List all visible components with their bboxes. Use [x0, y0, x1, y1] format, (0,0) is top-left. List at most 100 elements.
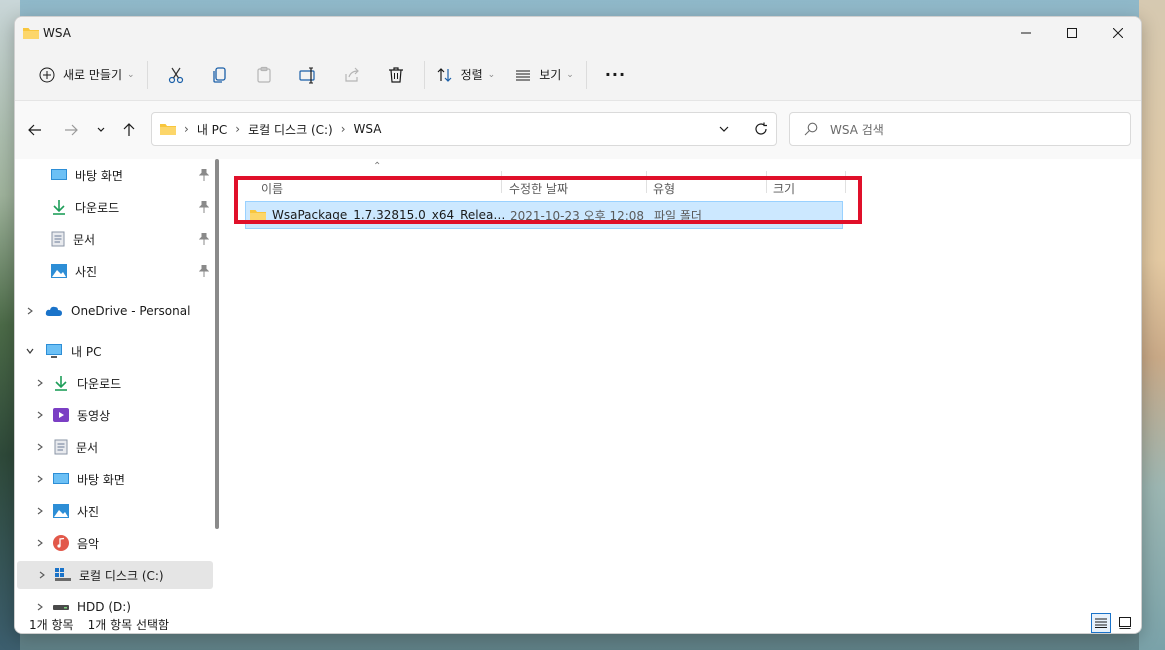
breadcrumb-separator-icon: ›: [340, 122, 346, 136]
minimize-button[interactable]: [1003, 17, 1049, 49]
search-input[interactable]: WSA 검색: [789, 112, 1131, 146]
pin-icon: [199, 169, 209, 181]
new-button[interactable]: 새로 만들기 ⌄: [33, 59, 141, 91]
chevron-down-icon: ⌄: [127, 69, 135, 80]
cloud-icon: [45, 306, 62, 316]
details-view-button[interactable]: [1091, 613, 1111, 633]
delete-button[interactable]: [374, 59, 418, 91]
video-icon: [53, 408, 69, 422]
breadcrumb-local-disk[interactable]: 로컬 디스크 (C:): [248, 121, 333, 138]
computer-icon: [46, 344, 62, 358]
back-button[interactable]: [23, 118, 47, 142]
desktop-icon: [53, 473, 69, 484]
trash-icon: [388, 66, 403, 83]
up-button[interactable]: [117, 118, 141, 142]
pin-icon: [199, 233, 209, 245]
sidebar-item-pictures-pinned[interactable]: 사진: [15, 257, 211, 285]
file-list: ⌃ 이름 수정한 날짜 유형 크기 WsaPackage_1.7.32815.0…: [233, 159, 1141, 613]
picture-icon: [53, 504, 69, 518]
rename-button[interactable]: [286, 59, 330, 91]
sidebar-item-music[interactable]: 음악: [15, 529, 211, 557]
chevron-down-icon: ⌄: [566, 69, 574, 80]
sidebar-item-videos[interactable]: 동영상: [15, 401, 211, 429]
close-button[interactable]: [1095, 17, 1141, 49]
layout-buttons: [1091, 613, 1135, 633]
download-icon: [55, 376, 67, 391]
document-icon: [51, 231, 65, 247]
sidebar-item-desktop-pinned[interactable]: 바탕 화면: [15, 161, 211, 189]
sidebar-item-label: 사진: [77, 504, 100, 519]
copy-button[interactable]: [198, 59, 242, 91]
maximize-button[interactable]: [1049, 17, 1095, 49]
sidebar-item-local-disk-c[interactable]: 로컬 디스크 (C:): [17, 561, 213, 589]
search-placeholder: WSA 검색: [830, 122, 884, 137]
chevron-right-icon[interactable]: [35, 378, 45, 388]
sidebar-item-onedrive[interactable]: OneDrive - Personal: [15, 297, 211, 325]
breadcrumb-separator-icon: ›: [235, 122, 241, 136]
hdd-icon: [53, 605, 69, 610]
chevron-right-icon[interactable]: [35, 474, 45, 484]
paste-button[interactable]: [242, 59, 286, 91]
sidebar-item-hdd-d[interactable]: HDD (D:): [15, 593, 211, 613]
chevron-down-icon[interactable]: [25, 346, 35, 356]
chevron-right-icon[interactable]: [35, 442, 45, 452]
plus-circle-icon: [39, 67, 55, 82]
music-icon: [53, 535, 69, 551]
picture-icon: [51, 264, 67, 278]
more-options-button[interactable]: ···: [593, 59, 638, 91]
breadcrumb-this-pc[interactable]: 내 PC: [197, 121, 227, 138]
sidebar-item-label: 동영상: [77, 408, 111, 423]
refresh-button[interactable]: [754, 122, 768, 139]
address-bar[interactable]: › 내 PC › 로컬 디스크 (C:) › WSA: [151, 112, 777, 146]
sidebar-item-label: 바탕 화면: [77, 472, 125, 487]
explorer-window: WSA 새로 만들기 ⌄ 정렬 ⌄ 보기 ⌄ ··· › 내 PC › 로컬 디…: [14, 16, 1142, 634]
sort-button[interactable]: 정렬 ⌄: [431, 59, 502, 91]
title-bar: WSA: [15, 17, 1141, 49]
forward-button[interactable]: [59, 118, 83, 142]
view-button[interactable]: 보기 ⌄: [509, 59, 580, 91]
chevron-right-icon[interactable]: [35, 410, 45, 420]
sidebar-item-downloads[interactable]: 다운로드: [15, 369, 211, 397]
cut-button[interactable]: [154, 59, 198, 91]
new-label: 새로 만들기: [63, 68, 123, 82]
sidebar-item-desktop[interactable]: 바탕 화면: [15, 465, 211, 493]
rename-icon: [298, 67, 315, 83]
sidebar-item-label: 문서: [73, 232, 96, 247]
share-button[interactable]: [330, 59, 374, 91]
chevron-down-icon: [97, 127, 105, 132]
chevron-right-icon[interactable]: [35, 538, 45, 548]
search-icon: [804, 122, 818, 136]
download-icon: [53, 200, 65, 215]
chevron-right-icon[interactable]: [35, 506, 45, 516]
window-title: WSA: [43, 26, 71, 40]
tiles-view-button[interactable]: [1115, 613, 1135, 633]
recent-locations-button[interactable]: [89, 118, 113, 142]
sidebar-item-pictures[interactable]: 사진: [15, 497, 211, 525]
toolbar-divider: [146, 60, 148, 89]
item-count: 1개 항목: [29, 617, 74, 632]
sort-ascending-icon: ⌃: [373, 161, 382, 172]
sidebar-item-label: 음악: [77, 536, 100, 551]
sidebar-item-label: 다운로드: [77, 376, 122, 391]
sidebar-item-label: 바탕 화면: [75, 168, 123, 183]
highlight-box: [234, 176, 862, 224]
sidebar-item-downloads-pinned[interactable]: 다운로드: [15, 193, 211, 221]
arrow-up-icon: [123, 123, 135, 136]
toolbar-divider: [585, 60, 587, 89]
address-history-button[interactable]: [718, 123, 730, 138]
sidebar-item-this-pc[interactable]: 내 PC: [15, 337, 211, 365]
chevron-right-icon[interactable]: [25, 306, 35, 316]
document-icon: [54, 439, 68, 455]
navigation-bar: › 내 PC › 로컬 디스크 (C:) › WSA WSA 검색: [15, 101, 1141, 159]
sidebar-item-label: 내 PC: [71, 344, 102, 359]
sidebar-item-label: 다운로드: [75, 200, 120, 215]
arrow-right-icon: [65, 124, 78, 136]
chevron-right-icon[interactable]: [35, 602, 45, 612]
sidebar-scrollbar[interactable]: [215, 159, 219, 529]
folder-icon: [160, 123, 176, 135]
sidebar-item-documents[interactable]: 문서: [15, 433, 211, 461]
status-bar: 1개 항목 1개 항목 선택함: [15, 613, 1141, 633]
sidebar-item-documents-pinned[interactable]: 문서: [15, 225, 211, 253]
chevron-right-icon[interactable]: [37, 570, 47, 580]
breadcrumb-wsa[interactable]: WSA: [354, 122, 382, 136]
